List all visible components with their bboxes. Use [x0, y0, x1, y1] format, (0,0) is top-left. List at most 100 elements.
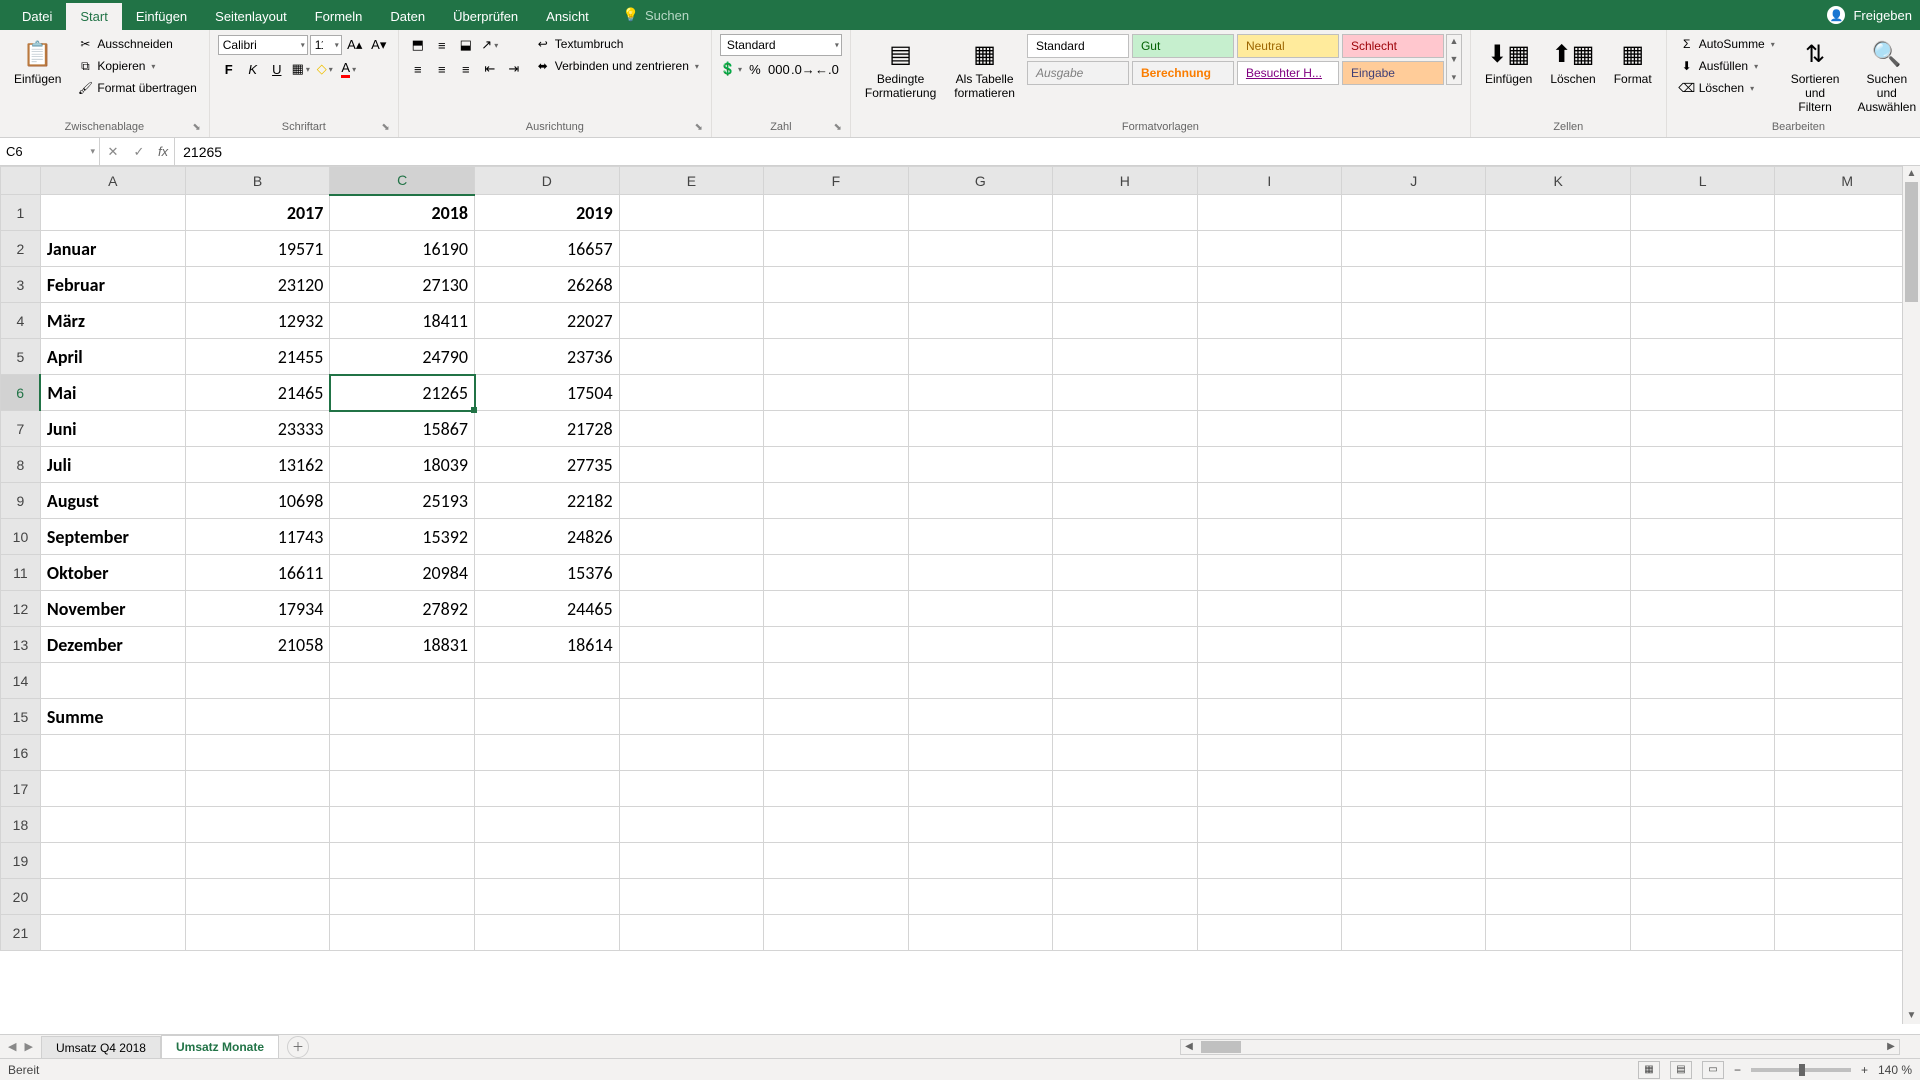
- cell-B8[interactable]: 13162: [185, 447, 330, 483]
- cell-K3[interactable]: [1486, 267, 1630, 303]
- cell-K1[interactable]: [1486, 195, 1630, 231]
- cell-C6[interactable]: 21265: [330, 375, 475, 411]
- cell-K10[interactable]: [1486, 519, 1630, 555]
- cell-H1[interactable]: [1053, 195, 1197, 231]
- cell-M13[interactable]: [1775, 627, 1920, 663]
- cell-C21[interactable]: [330, 915, 475, 951]
- cell-K17[interactable]: [1486, 771, 1630, 807]
- cell-H21[interactable]: [1053, 915, 1197, 951]
- cell-I5[interactable]: [1197, 339, 1341, 375]
- cell-M12[interactable]: [1775, 591, 1920, 627]
- style-scroll-more[interactable]: ▾: [1447, 71, 1461, 84]
- cell-E3[interactable]: [619, 267, 763, 303]
- cell-G21[interactable]: [908, 915, 1052, 951]
- cell-C4[interactable]: 18411: [330, 303, 475, 339]
- cell-H14[interactable]: [1053, 663, 1197, 699]
- cell-E4[interactable]: [619, 303, 763, 339]
- row-header-1[interactable]: 1: [1, 195, 41, 231]
- fx-icon[interactable]: fx: [152, 144, 174, 159]
- sheet-nav-last[interactable]: ▶: [24, 1040, 32, 1053]
- cell-C2[interactable]: 16190: [330, 231, 475, 267]
- row-header-21[interactable]: 21: [1, 915, 41, 951]
- cell-A12[interactable]: November: [40, 591, 185, 627]
- cell-B5[interactable]: 21455: [185, 339, 330, 375]
- cell-A21[interactable]: [40, 915, 185, 951]
- cell-A11[interactable]: Oktober: [40, 555, 185, 591]
- cell-H20[interactable]: [1053, 879, 1197, 915]
- cell-D16[interactable]: [475, 735, 620, 771]
- cell-D12[interactable]: 24465: [475, 591, 620, 627]
- cell-M4[interactable]: [1775, 303, 1920, 339]
- cell-G2[interactable]: [908, 231, 1052, 267]
- cell-C12[interactable]: 27892: [330, 591, 475, 627]
- cell-M19[interactable]: [1775, 843, 1920, 879]
- cell-K7[interactable]: [1486, 411, 1630, 447]
- cell-F6[interactable]: [764, 375, 908, 411]
- cell-A14[interactable]: [40, 663, 185, 699]
- cell-K20[interactable]: [1486, 879, 1630, 915]
- cell-J9[interactable]: [1342, 483, 1486, 519]
- cell-I9[interactable]: [1197, 483, 1341, 519]
- cell-C3[interactable]: 27130: [330, 267, 475, 303]
- cell-L9[interactable]: [1630, 483, 1774, 519]
- cell-J14[interactable]: [1342, 663, 1486, 699]
- cell-B10[interactable]: 11743: [185, 519, 330, 555]
- format-painter-button[interactable]: 🖌Format übertragen: [73, 78, 200, 98]
- cell-G6[interactable]: [908, 375, 1052, 411]
- cell-F13[interactable]: [764, 627, 908, 663]
- tell-me-search[interactable]: 💡 Suchen: [623, 7, 689, 23]
- cell-B12[interactable]: 17934: [185, 591, 330, 627]
- vertical-scrollbar[interactable]: ▲ ▼: [1902, 166, 1920, 1024]
- cell-H15[interactable]: [1053, 699, 1197, 735]
- cell-H6[interactable]: [1053, 375, 1197, 411]
- row-header-7[interactable]: 7: [1, 411, 41, 447]
- cell-C13[interactable]: 18831: [330, 627, 475, 663]
- row-header-12[interactable]: 12: [1, 591, 41, 627]
- cell-F16[interactable]: [764, 735, 908, 771]
- cell-F11[interactable]: [764, 555, 908, 591]
- cell-B11[interactable]: 16611: [185, 555, 330, 591]
- cell-L16[interactable]: [1630, 735, 1774, 771]
- spreadsheet-grid[interactable]: ABCDEFGHIJKLM12017201820192Januar1957116…: [0, 166, 1920, 1048]
- sheet-nav-first[interactable]: ◀: [8, 1040, 16, 1053]
- cell-I4[interactable]: [1197, 303, 1341, 339]
- cell-E8[interactable]: [619, 447, 763, 483]
- cell-M10[interactable]: [1775, 519, 1920, 555]
- cell-B13[interactable]: 21058: [185, 627, 330, 663]
- style-gallery-scroll[interactable]: ▲ ▼ ▾: [1446, 34, 1462, 85]
- cell-L11[interactable]: [1630, 555, 1774, 591]
- cell-E17[interactable]: [619, 771, 763, 807]
- row-header-6[interactable]: 6: [1, 375, 41, 411]
- cell-B6[interactable]: 21465: [185, 375, 330, 411]
- cell-M1[interactable]: [1775, 195, 1920, 231]
- cell-H2[interactable]: [1053, 231, 1197, 267]
- cell-F19[interactable]: [764, 843, 908, 879]
- cell-M15[interactable]: [1775, 699, 1920, 735]
- cell-E16[interactable]: [619, 735, 763, 771]
- font-color-button[interactable]: A: [338, 58, 360, 80]
- cell-G9[interactable]: [908, 483, 1052, 519]
- col-header-B[interactable]: B: [185, 167, 330, 195]
- cell-E10[interactable]: [619, 519, 763, 555]
- zoom-in-button[interactable]: +: [1861, 1063, 1868, 1077]
- hscroll-thumb[interactable]: [1201, 1041, 1241, 1053]
- paste-button[interactable]: 📋 Einfügen: [8, 34, 67, 90]
- row-header-5[interactable]: 5: [1, 339, 41, 375]
- autosum-button[interactable]: ΣAutoSumme▾: [1675, 34, 1779, 54]
- cell-F7[interactable]: [764, 411, 908, 447]
- cell-B7[interactable]: 23333: [185, 411, 330, 447]
- cell-K13[interactable]: [1486, 627, 1630, 663]
- cell-F3[interactable]: [764, 267, 908, 303]
- cell-C18[interactable]: [330, 807, 475, 843]
- decrease-indent-button[interactable]: ⇤: [479, 58, 501, 80]
- cell-L4[interactable]: [1630, 303, 1774, 339]
- cell-J2[interactable]: [1342, 231, 1486, 267]
- cell-F21[interactable]: [764, 915, 908, 951]
- cell-E13[interactable]: [619, 627, 763, 663]
- col-header-I[interactable]: I: [1197, 167, 1341, 195]
- cell-B20[interactable]: [185, 879, 330, 915]
- fill-color-button[interactable]: ◇: [314, 58, 336, 80]
- number-launcher[interactable]: ⬊: [834, 122, 842, 133]
- increase-font-button[interactable]: A▴: [344, 34, 366, 56]
- style-scroll-up[interactable]: ▲: [1447, 35, 1461, 47]
